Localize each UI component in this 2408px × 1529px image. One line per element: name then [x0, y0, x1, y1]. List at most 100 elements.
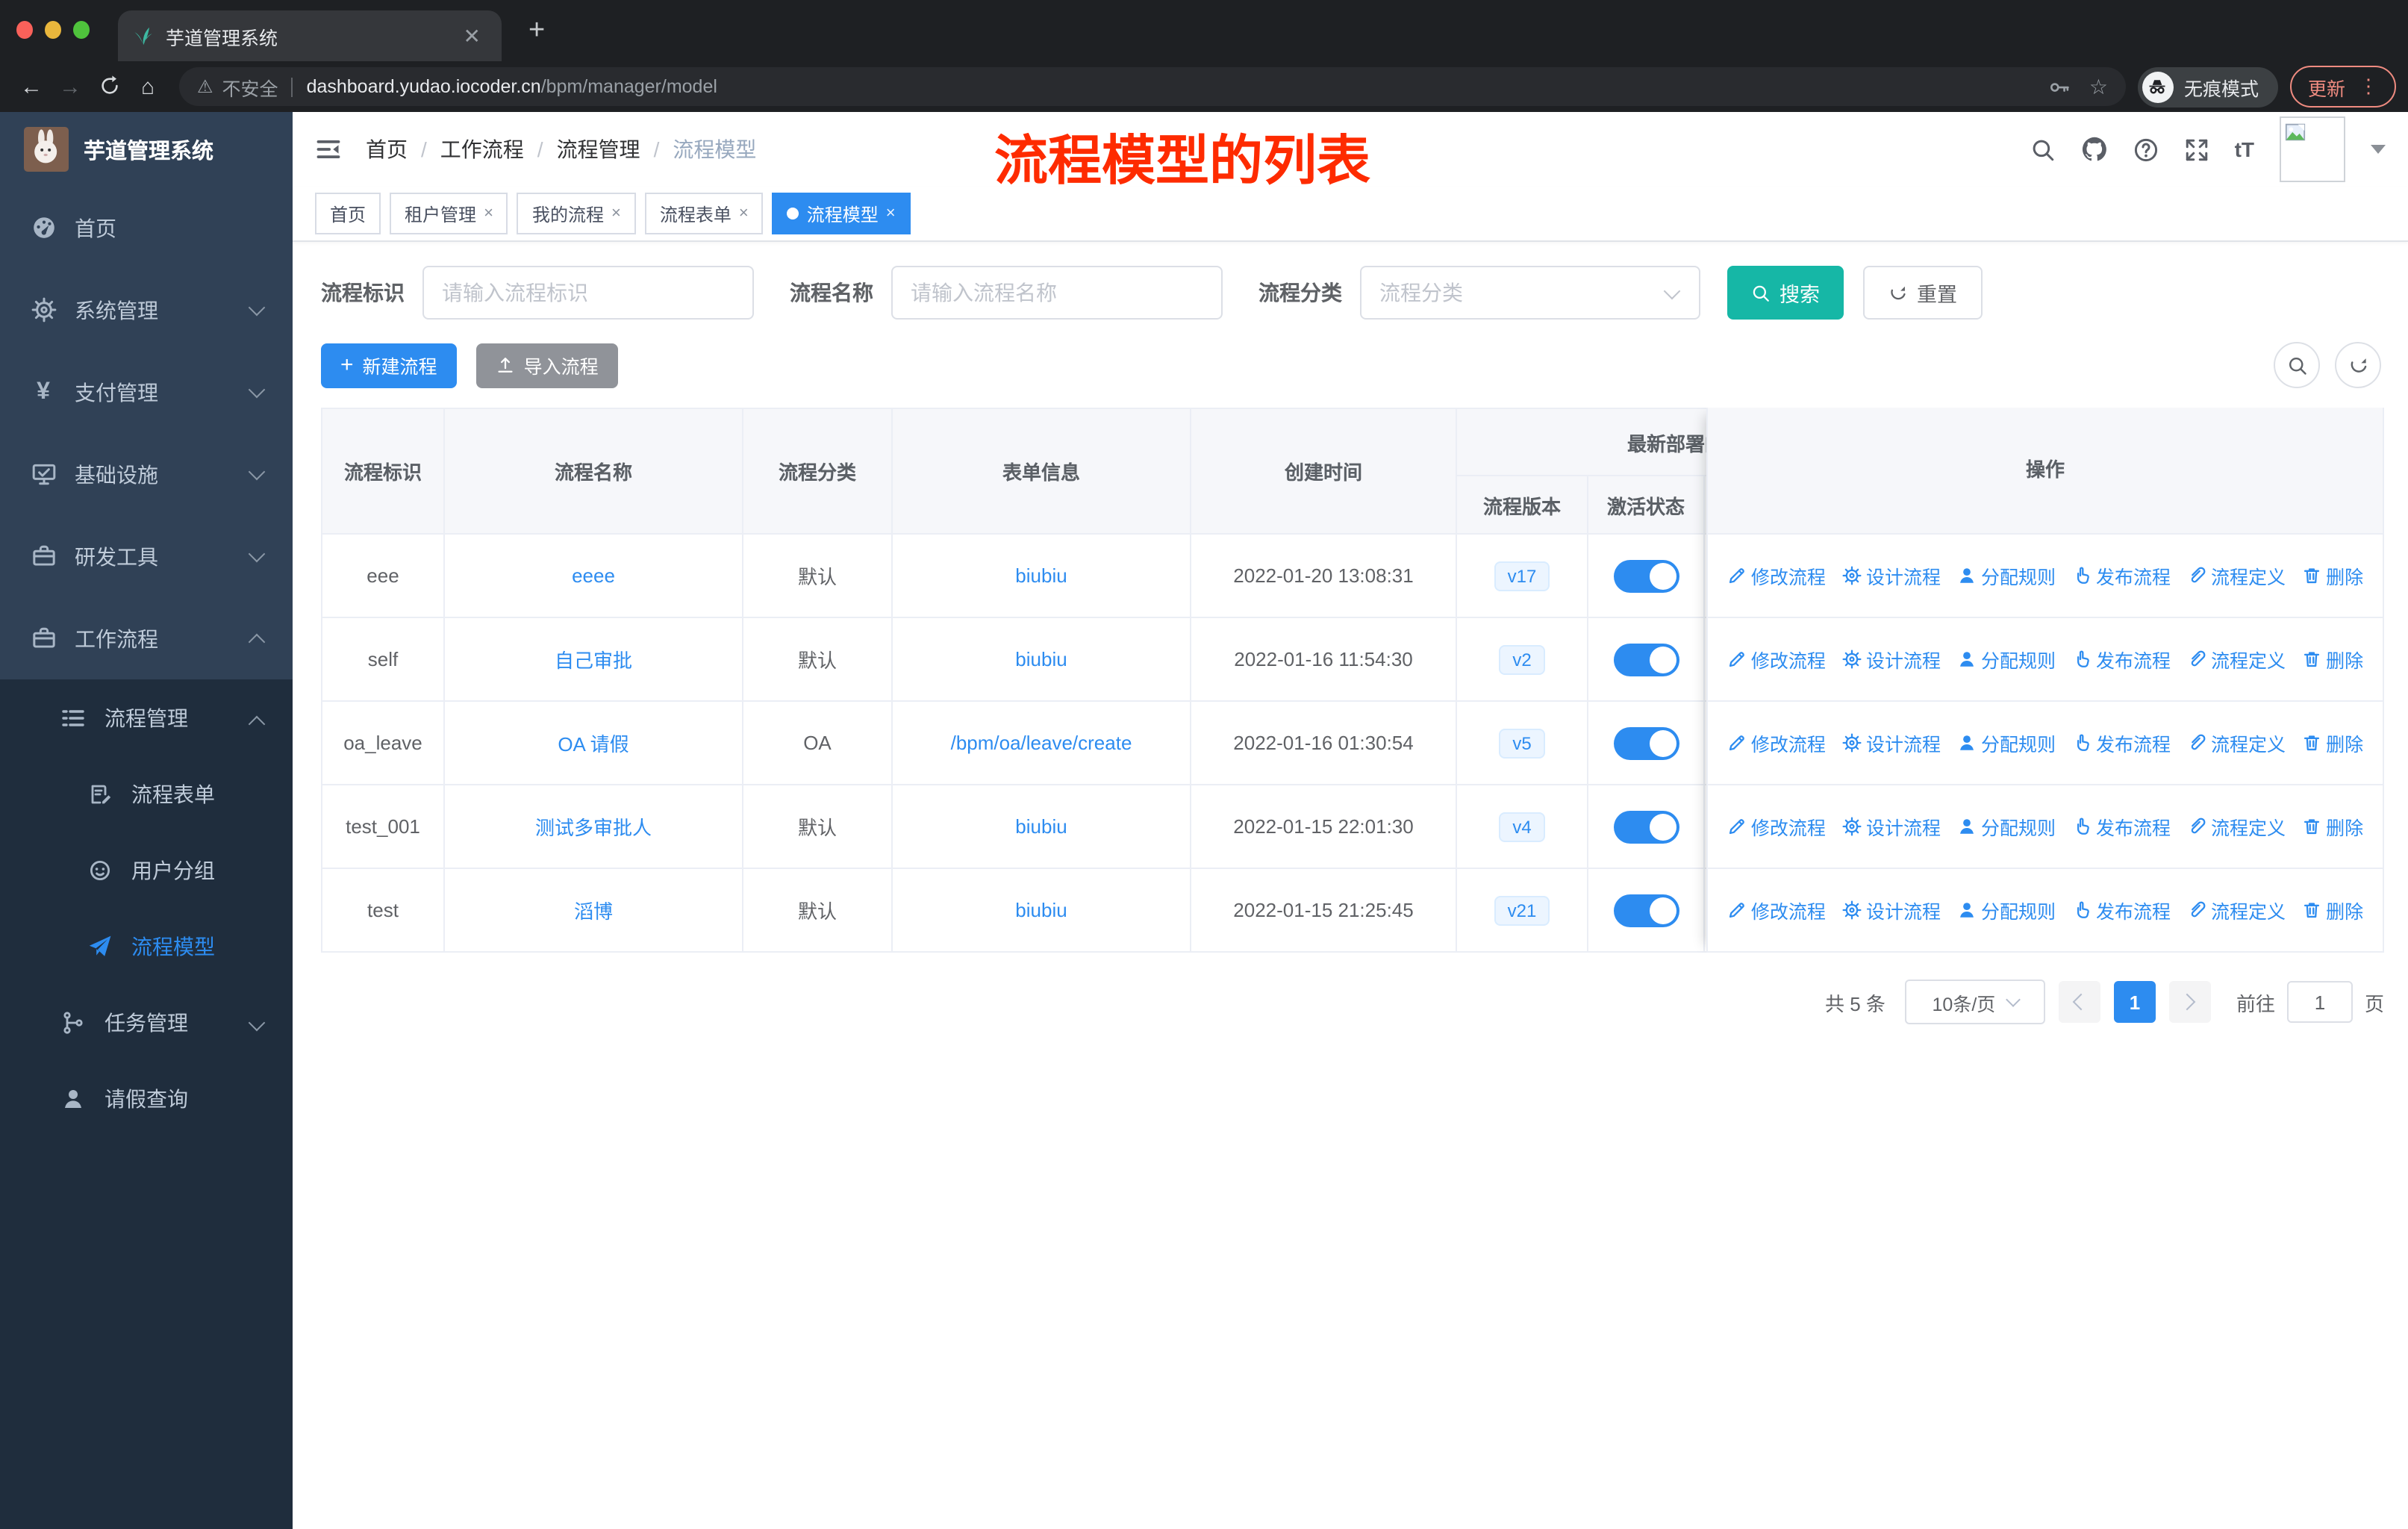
process-name-link[interactable]: 自己审批: [555, 650, 632, 672]
search-button[interactable]: 搜索: [1727, 266, 1844, 320]
address-bar[interactable]: ⚠ 不安全 dashboard.yudao.iocoder.cn/bpm/man…: [179, 67, 2126, 106]
browser-tab[interactable]: 芋道管理系统 ✕: [118, 10, 502, 61]
reload-icon[interactable]: [90, 74, 128, 99]
active-toggle[interactable]: [1613, 643, 1679, 676]
sidebar-item-infrastructure[interactable]: 基础设施: [0, 433, 293, 515]
tag-close-icon[interactable]: ×: [611, 205, 621, 222]
window-zoom-button[interactable]: [73, 21, 90, 39]
active-toggle[interactable]: [1613, 559, 1679, 592]
tag-process-form[interactable]: 流程表单 ×: [644, 193, 764, 234]
process-definition-link[interactable]: 流程定义: [2187, 812, 2286, 841]
form-info-link[interactable]: biubiu: [1015, 564, 1067, 587]
fullscreen-icon[interactable]: [2184, 137, 2209, 162]
process-category-select[interactable]: 流程分类: [1360, 266, 1700, 320]
assign-rule-link[interactable]: 分配规则: [1957, 729, 2056, 757]
edit-process-link[interactable]: 修改流程: [1727, 729, 1826, 757]
process-name-input[interactable]: [891, 266, 1223, 320]
sidebar-item-home[interactable]: 首页: [0, 187, 293, 269]
active-toggle[interactable]: [1613, 726, 1679, 759]
process-definition-link[interactable]: 流程定义: [2187, 561, 2286, 590]
import-process-button[interactable]: 导入流程: [475, 343, 618, 387]
help-icon[interactable]: [2133, 137, 2159, 162]
breadcrumb-workflow[interactable]: 工作流程: [440, 134, 524, 164]
tag-close-icon[interactable]: ×: [739, 205, 749, 222]
tag-close-icon[interactable]: ×: [484, 205, 493, 222]
refresh-table-icon[interactable]: [2335, 342, 2381, 388]
active-toggle[interactable]: [1613, 810, 1679, 843]
window-close-button[interactable]: [16, 21, 33, 39]
window-minimize-button[interactable]: [45, 21, 61, 39]
design-process-link[interactable]: 设计流程: [1842, 729, 1941, 757]
sidebar-item-process-management[interactable]: 流程管理: [0, 679, 293, 756]
sidebar-item-process-model[interactable]: 流程模型: [0, 908, 293, 984]
sidebar-item-payment[interactable]: ¥ 支付管理: [0, 351, 293, 433]
publish-process-link[interactable]: 发布流程: [2072, 729, 2171, 757]
tag-process-model[interactable]: 流程模型 ×: [772, 193, 911, 234]
form-info-link[interactable]: /bpm/oa/leave/create: [951, 732, 1132, 754]
sidebar-collapse-icon[interactable]: [315, 136, 342, 163]
sidebar-item-dev-tools[interactable]: 研发工具: [0, 515, 293, 597]
forward-icon[interactable]: →: [51, 74, 90, 99]
form-info-link[interactable]: biubiu: [1015, 815, 1067, 838]
avatar[interactable]: [2280, 116, 2345, 182]
publish-process-link[interactable]: 发布流程: [2072, 561, 2171, 590]
edit-process-link[interactable]: 修改流程: [1727, 561, 1826, 590]
delete-link[interactable]: 删除: [2302, 729, 2363, 757]
edit-process-link[interactable]: 修改流程: [1727, 812, 1826, 841]
home-icon[interactable]: ⌂: [128, 74, 167, 99]
assign-rule-link[interactable]: 分配规则: [1957, 561, 2056, 590]
tag-my-process[interactable]: 我的流程 ×: [517, 193, 636, 234]
delete-link[interactable]: 删除: [2302, 645, 2363, 673]
breadcrumb-home[interactable]: 首页: [366, 134, 408, 164]
sidebar-item-workflow[interactable]: 工作流程: [0, 597, 293, 679]
tab-close-icon[interactable]: ✕: [458, 23, 487, 49]
form-info-link[interactable]: biubiu: [1015, 648, 1067, 670]
goto-page-input[interactable]: [2286, 981, 2353, 1023]
sidebar-item-user-group[interactable]: 用户分组: [0, 832, 293, 908]
tag-close-icon[interactable]: ×: [886, 205, 896, 222]
back-icon[interactable]: ←: [12, 74, 51, 99]
sidebar-item-leave-query[interactable]: 请假查询: [0, 1060, 293, 1136]
app-logo-row[interactable]: 芋道管理系统: [0, 112, 293, 187]
delete-link[interactable]: 删除: [2302, 561, 2363, 590]
tag-home[interactable]: 首页: [315, 193, 381, 234]
edit-process-link[interactable]: 修改流程: [1727, 896, 1826, 924]
process-definition-link[interactable]: 流程定义: [2187, 645, 2286, 673]
current-page[interactable]: 1: [2113, 981, 2156, 1023]
process-definition-link[interactable]: 流程定义: [2187, 729, 2286, 757]
process-name-link[interactable]: 测试多审批人: [535, 817, 652, 839]
publish-process-link[interactable]: 发布流程: [2072, 645, 2171, 673]
sidebar-item-process-form[interactable]: 流程表单: [0, 756, 293, 832]
assign-rule-link[interactable]: 分配规则: [1957, 812, 2056, 841]
design-process-link[interactable]: 设计流程: [1842, 812, 1941, 841]
password-key-icon[interactable]: [2049, 75, 2071, 98]
search-icon[interactable]: [2030, 137, 2056, 162]
avatar-caret-down-icon[interactable]: [2371, 145, 2386, 154]
toggle-search-icon[interactable]: [2274, 342, 2320, 388]
assign-rule-link[interactable]: 分配规则: [1957, 645, 2056, 673]
process-id-input[interactable]: [422, 266, 754, 320]
next-page-button[interactable]: [2168, 981, 2211, 1023]
prev-page-button[interactable]: [2058, 981, 2100, 1023]
text-size-icon[interactable]: tT: [2235, 137, 2254, 161]
design-process-link[interactable]: 设计流程: [1842, 645, 1941, 673]
design-process-link[interactable]: 设计流程: [1842, 561, 1941, 590]
publish-process-link[interactable]: 发布流程: [2072, 812, 2171, 841]
breadcrumb-process-management[interactable]: 流程管理: [557, 134, 640, 164]
process-name-link[interactable]: 滔博: [574, 900, 613, 923]
process-name-link[interactable]: OA 请假: [558, 733, 628, 756]
reset-button[interactable]: 重置: [1863, 266, 1983, 320]
form-info-link[interactable]: biubiu: [1015, 899, 1067, 921]
new-tab-button[interactable]: +: [528, 0, 545, 61]
delete-link[interactable]: 删除: [2302, 896, 2363, 924]
design-process-link[interactable]: 设计流程: [1842, 896, 1941, 924]
bookmark-star-icon[interactable]: ☆: [2089, 74, 2108, 99]
assign-rule-link[interactable]: 分配规则: [1957, 896, 2056, 924]
edit-process-link[interactable]: 修改流程: [1727, 645, 1826, 673]
github-icon[interactable]: [2081, 136, 2108, 163]
create-process-button[interactable]: + 新建流程: [321, 343, 457, 387]
browser-menu-icon[interactable]: ⋮: [2359, 75, 2378, 99]
tag-tenant[interactable]: 租户管理 ×: [390, 193, 508, 234]
process-name-link[interactable]: eeee: [572, 564, 615, 587]
process-definition-link[interactable]: 流程定义: [2187, 896, 2286, 924]
